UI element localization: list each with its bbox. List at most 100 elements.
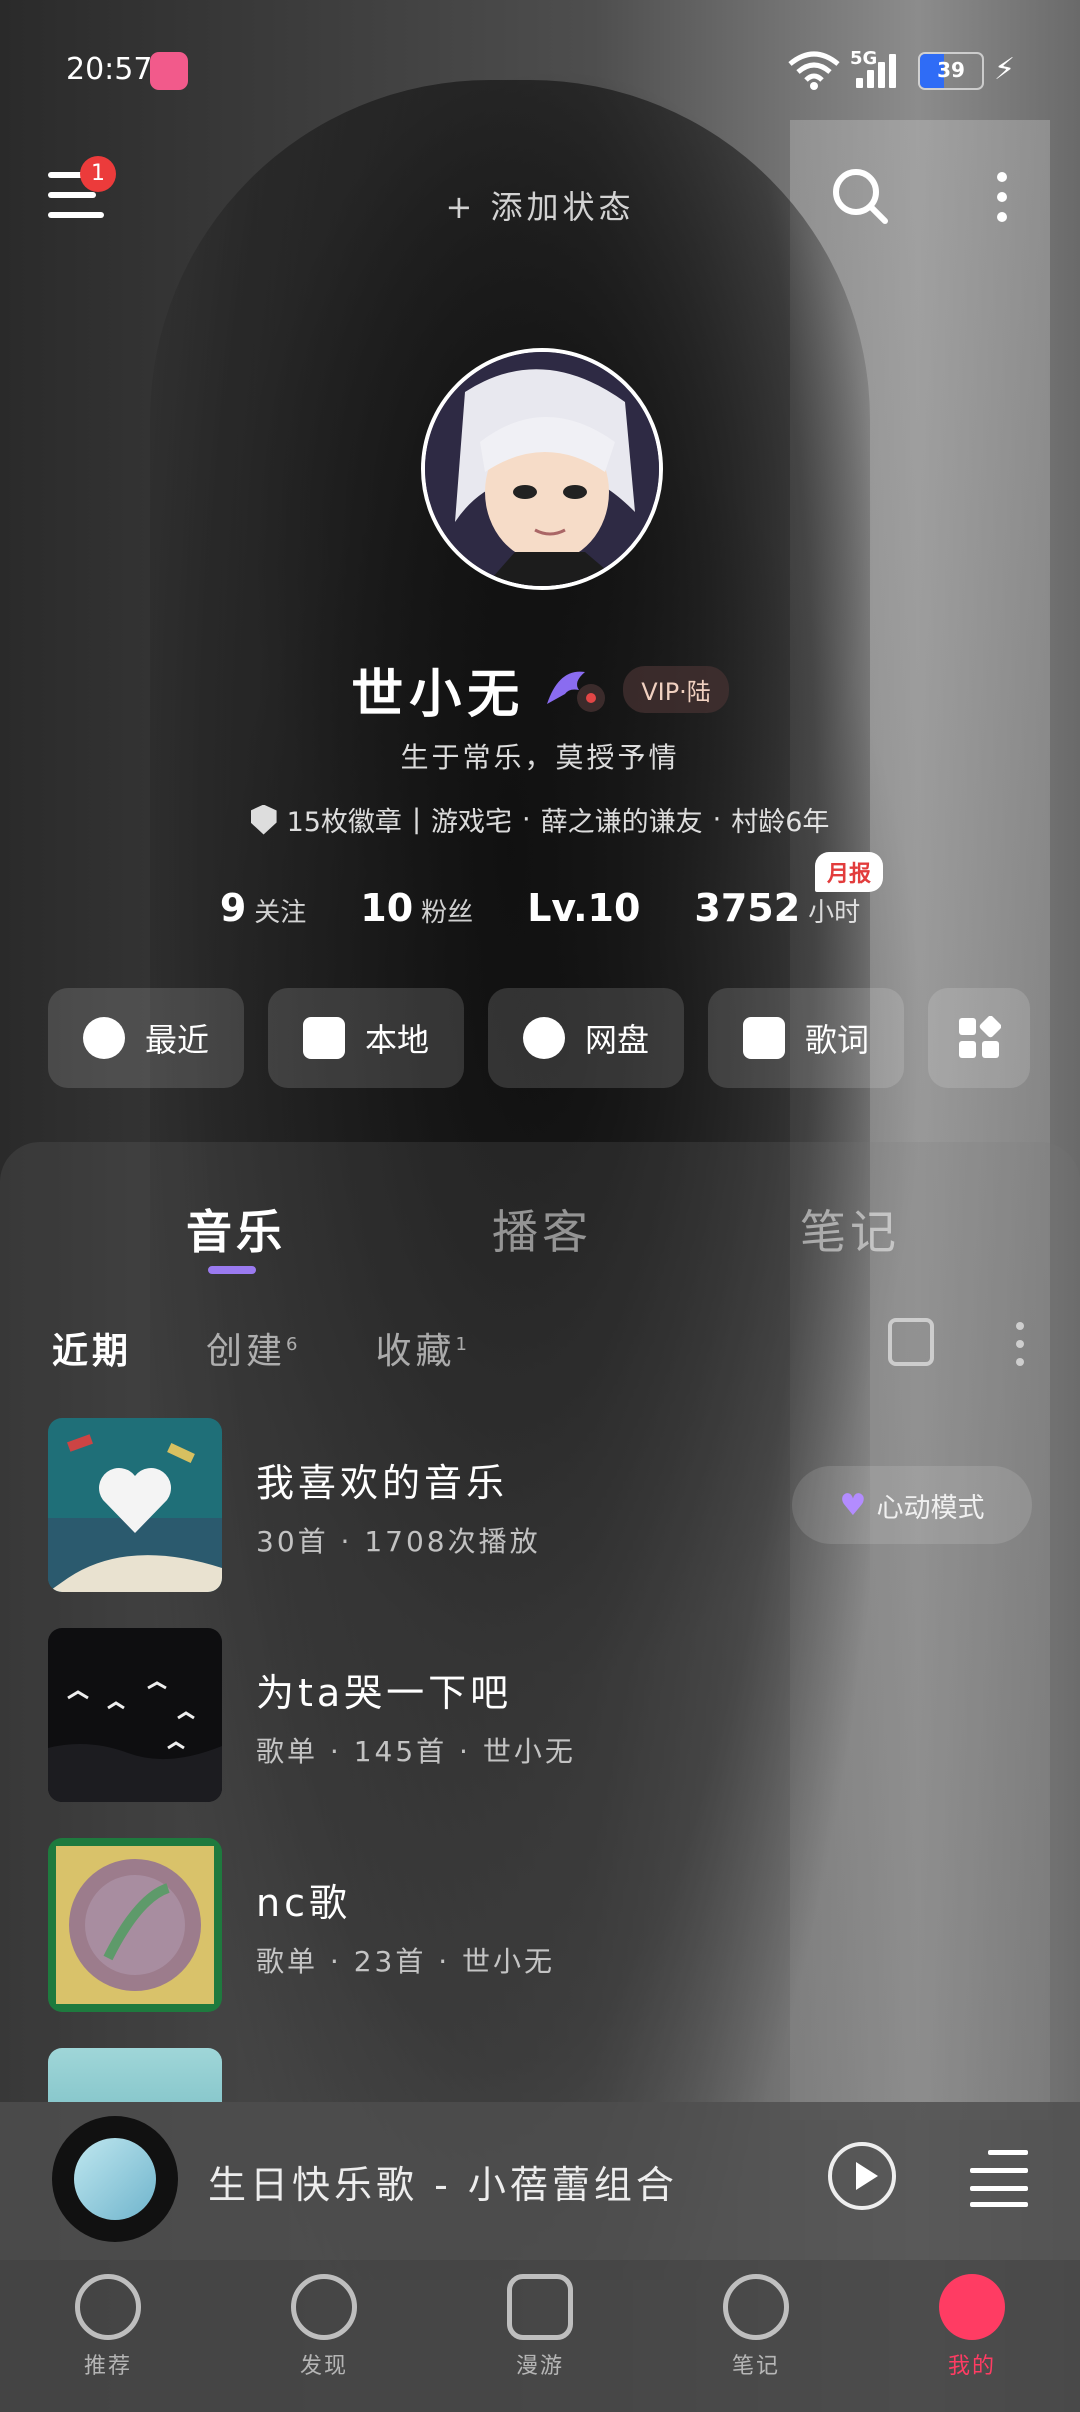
tag-village-age[interactable]: 村龄6年 — [731, 800, 829, 839]
tab-music[interactable]: 音乐 — [186, 1196, 286, 1262]
playlist-title: 为ta哭一下吧 — [256, 1671, 513, 1715]
followers-stat[interactable]: 10 粉丝 — [360, 886, 473, 930]
nav-label: 笔记 — [731, 2354, 780, 2379]
download-icon — [302, 1017, 345, 1059]
avatar-illustration — [425, 352, 659, 586]
playlist-item[interactable]: 我喜欢的音乐 30首 · 1708次播放 ♥ 心动模式 — [48, 1418, 1048, 1594]
heart-mode-button[interactable]: ♥ 心动模式 — [792, 1466, 1032, 1544]
subtab-created[interactable]: 创建6 — [206, 1322, 301, 1374]
lyrics-button[interactable]: 歌词 — [708, 988, 904, 1088]
nav-notes[interactable]: 笔记 — [686, 2274, 826, 2380]
wifi-icon — [788, 51, 840, 90]
radio-icon — [507, 2274, 573, 2340]
tag-separator: | — [411, 804, 422, 835]
username-row: 世小无 VIP·陆 — [0, 652, 1080, 727]
playlist-item[interactable]: nc歌 歌单 · 23首 · 世小无 — [48, 1838, 1048, 2014]
playlist-subtitle: 30首 · 1708次播放 — [256, 1525, 541, 1558]
bilibili-app-icon — [150, 52, 188, 90]
status-time: 20:57 — [66, 52, 153, 87]
following-label: 关注 — [254, 898, 307, 928]
recent-button[interactable]: 最近 — [48, 988, 244, 1088]
avatar[interactable] — [421, 348, 663, 590]
more-apps-button[interactable] — [928, 988, 1030, 1088]
add-status-button[interactable]: + 添加状态 — [0, 182, 1080, 228]
badges-count[interactable]: 15枚徽章 — [287, 800, 402, 839]
nav-label: 推荐 — [83, 2354, 132, 2379]
playlist-subtitle: 歌单 · 145首 · 世小无 — [256, 1735, 576, 1768]
tag-dot: · — [712, 804, 722, 835]
search-icon[interactable] — [830, 166, 890, 226]
local-label: 本地 — [364, 1021, 429, 1059]
play-icon — [856, 2162, 878, 2190]
cloud-drive-label: 网盘 — [584, 1021, 649, 1059]
nav-mine[interactable]: 我的 — [902, 2274, 1042, 2380]
tag-fan[interactable]: 薛之谦的谦友 — [541, 800, 703, 839]
netease-logo-icon — [75, 2274, 141, 2340]
apps-icon — [959, 1016, 1001, 1058]
cloud-drive-button[interactable]: 网盘 — [488, 988, 684, 1088]
nav-recommend[interactable]: 推荐 — [38, 2274, 178, 2380]
lyrics-icon — [742, 1017, 785, 1059]
more-icon[interactable] — [990, 166, 1014, 232]
nav-label: 发现 — [299, 2354, 348, 2379]
heart-icon: ♥ — [839, 1487, 867, 1523]
playlist-subtabs: 近期 创建6 收藏1 — [52, 1322, 471, 1374]
tab-notes[interactable]: 笔记 — [800, 1196, 900, 1262]
listen-hours: 3752 — [694, 886, 801, 930]
play-button[interactable] — [828, 2142, 896, 2210]
listen-hours-unit: 小时 — [808, 898, 861, 928]
playlist-subtitle: 歌单 · 23首 · 世小无 — [256, 1945, 556, 1978]
mini-player[interactable]: 生日快乐歌 - 小蓓蕾组合 — [0, 2102, 1080, 2260]
subtab-collected-count: 1 — [455, 1334, 471, 1355]
tag-dot: · — [522, 804, 531, 835]
playlist-item-partial[interactable] — [48, 2048, 1048, 2102]
playlist-item[interactable]: 为ta哭一下吧 歌单 · 145首 · 世小无 — [48, 1628, 1048, 1804]
battery-icon: 39 — [918, 52, 984, 90]
now-playing-cover — [74, 2138, 156, 2220]
following-stat[interactable]: 9 关注 — [220, 886, 306, 930]
nav-roam[interactable]: 漫游 — [470, 2274, 610, 2380]
compass-icon — [291, 2274, 357, 2340]
lyrics-label: 歌词 — [804, 1021, 869, 1059]
profile-tags: 15枚徽章 | 游戏宅 · 薛之谦的谦友 · 村龄6年 — [0, 800, 1080, 839]
vip-level-icon[interactable] — [539, 664, 609, 716]
nav-discover[interactable]: 发现 — [254, 2274, 394, 2380]
tag-gamer[interactable]: 游戏宅 — [431, 800, 512, 839]
playlist-cover-cry — [48, 1628, 222, 1802]
playlist-cover-partial — [48, 2048, 222, 2102]
monthly-report-badge[interactable]: 月报 — [815, 852, 884, 892]
subtab-collected[interactable]: 收藏1 — [375, 1322, 470, 1374]
username[interactable]: 世小无 — [351, 652, 525, 727]
playlist-more-icon[interactable] — [1016, 1322, 1026, 1376]
playlist-cover-nc — [48, 1838, 222, 2012]
quick-actions: 最近 本地 网盘 歌词 — [48, 988, 1030, 1088]
playlist-queue-icon[interactable] — [970, 2146, 1028, 2207]
playlist-title: nc歌 — [256, 1881, 351, 1925]
subtab-created-label: 创建 — [206, 1331, 287, 1372]
subtab-created-count: 6 — [286, 1334, 302, 1355]
tab-podcast[interactable]: 播客 — [492, 1196, 592, 1262]
vip-badge[interactable]: VIP·陆 — [623, 666, 729, 713]
now-playing-title[interactable]: 生日快乐歌 - 小蓓蕾组合 — [208, 2154, 678, 2209]
stats-row: 9 关注 10 粉丝 Lv.10 3752 小时 — [0, 886, 1080, 930]
playlist-cover-liked — [48, 1418, 222, 1592]
heart-mode-label: 心动模式 — [876, 1492, 985, 1524]
following-count: 9 — [219, 886, 247, 930]
followers-count: 10 — [360, 886, 414, 930]
signal-icon — [856, 52, 896, 88]
local-button[interactable]: 本地 — [268, 988, 464, 1088]
nav-label: 我的 — [947, 2354, 996, 2379]
status-bar: 20:57 5G 39 ⚡ — [0, 0, 1080, 140]
import-playlist-icon[interactable] — [888, 1318, 934, 1366]
level-badge[interactable]: Lv.10 — [527, 886, 640, 930]
now-playing-disc[interactable] — [52, 2116, 178, 2242]
charging-icon: ⚡ — [994, 52, 1016, 87]
chat-bubble-icon — [723, 2274, 789, 2340]
tab-indicator — [208, 1266, 256, 1274]
nav-label: 漫游 — [515, 2354, 564, 2379]
cloud-upload-icon — [522, 1017, 565, 1059]
bottom-nav: 推荐 发现 漫游 笔记 我的 — [0, 2260, 1080, 2412]
listen-hours-stat[interactable]: 3752 小时 — [694, 886, 860, 930]
recent-label: 最近 — [144, 1021, 209, 1059]
subtab-recent[interactable]: 近期 — [52, 1322, 132, 1374]
